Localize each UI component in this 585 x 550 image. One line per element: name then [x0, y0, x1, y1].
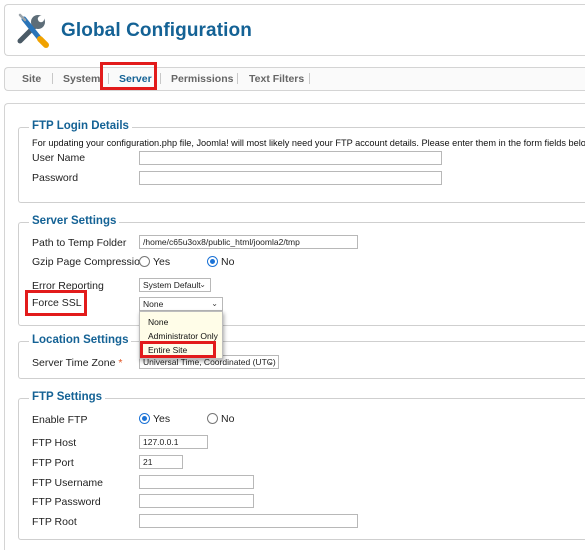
gzip-label: Gzip Page Compression — [32, 256, 146, 268]
error-reporting-value: System Default — [143, 280, 201, 290]
tab-system[interactable]: System — [63, 73, 100, 85]
server-settings-legend: Server Settings — [29, 215, 120, 227]
chevron-down-icon: ⌄ — [267, 357, 274, 366]
temp-folder-label: Path to Temp Folder — [32, 237, 127, 249]
tab-text-filters[interactable]: Text Filters — [249, 73, 304, 85]
entire-site-highlight — [140, 341, 216, 358]
ftp-username-input[interactable] — [139, 475, 254, 489]
gzip-yes-radio[interactable] — [139, 256, 150, 267]
username-input[interactable] — [139, 151, 442, 165]
enable-ftp-no-radio[interactable] — [207, 413, 218, 424]
page-title: Global Configuration — [61, 20, 252, 41]
ftp-port-label: FTP Port — [32, 457, 74, 469]
enable-ftp-no-label: No — [221, 413, 235, 425]
required-mark: * — [118, 357, 123, 369]
ftp-password-input[interactable] — [139, 494, 254, 508]
ftp-password-label: FTP Password — [32, 496, 101, 508]
tab-separator — [52, 73, 53, 84]
password-input[interactable] — [139, 171, 442, 185]
tab-separator — [237, 73, 238, 84]
ssl-option-none[interactable]: None — [148, 317, 168, 327]
page-header: Global Configuration — [4, 4, 585, 56]
chevron-down-icon: ⌄ — [211, 299, 218, 308]
tab-permissions[interactable]: Permissions — [171, 73, 233, 85]
tab-site[interactable]: Site — [22, 73, 41, 85]
tab-separator — [309, 73, 310, 84]
force-ssl-highlight — [25, 290, 87, 316]
tab-bar: Site System Server Permissions Text Filt… — [4, 67, 585, 91]
force-ssl-select[interactable]: None ⌄ — [139, 297, 223, 311]
ftp-username-label: FTP Username — [32, 477, 103, 489]
error-reporting-select[interactable]: System Default ⌄ — [139, 278, 211, 292]
timezone-label-text: Server Time Zone — [32, 357, 116, 369]
gzip-yes-label: Yes — [153, 256, 171, 268]
password-label: Password — [32, 172, 79, 184]
ftp-root-label: FTP Root — [32, 516, 77, 528]
ftp-settings-legend: FTP Settings — [29, 391, 106, 403]
ftp-login-legend: FTP Login Details — [29, 120, 132, 132]
ftp-login-description: For updating your configuration.php file… — [32, 138, 585, 148]
gzip-no-radio[interactable] — [207, 256, 218, 267]
enable-ftp-yes-radio[interactable] — [139, 413, 150, 424]
chevron-down-icon: ⌄ — [199, 280, 206, 289]
ssl-option-administrator-only[interactable]: Administrator Only — [148, 331, 218, 341]
ftp-port-input[interactable]: 21 — [139, 455, 183, 469]
location-settings-legend: Location Settings — [29, 334, 132, 346]
username-label: User Name — [32, 152, 86, 164]
enable-ftp-yes-label: Yes — [153, 413, 171, 425]
temp-folder-input[interactable]: /home/c65u3ox8/public_html/joomla2/tmp — [139, 235, 358, 249]
force-ssl-value: None — [143, 299, 164, 309]
timezone-label: Server Time Zone * — [32, 357, 122, 369]
tools-icon — [17, 13, 49, 48]
ftp-host-label: FTP Host — [32, 437, 77, 449]
ftp-root-input[interactable] — [139, 514, 358, 528]
gzip-no-label: No — [221, 256, 235, 268]
server-tab-highlight — [100, 62, 157, 90]
ftp-host-input[interactable]: 127.0.0.1 — [139, 435, 208, 449]
tab-separator — [160, 73, 161, 84]
enable-ftp-label: Enable FTP — [32, 414, 88, 426]
